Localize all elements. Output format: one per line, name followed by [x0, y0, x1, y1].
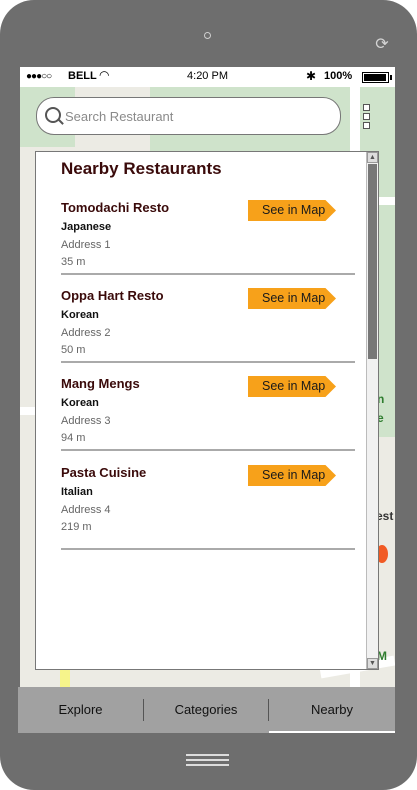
rotate-icon[interactable]: ⟳: [373, 36, 391, 54]
restaurant-address: Address 3: [61, 415, 111, 427]
restaurant-distance: 50 m: [61, 344, 86, 356]
divider: [61, 273, 355, 275]
tab-categories[interactable]: Categories: [144, 687, 268, 733]
see-in-map-button[interactable]: See in Map: [248, 465, 336, 486]
search-input[interactable]: [63, 105, 327, 127]
status-bar: ●●●○○ BELL ◠ 4:20 PM ✱ 100%: [20, 67, 395, 87]
screen: ●●●○○ BELL ◠ 4:20 PM ✱ 100% n e est M Se…: [20, 67, 395, 687]
bluetooth-icon: ✱: [306, 69, 317, 83]
restaurant-address: Address 2: [61, 327, 111, 339]
restaurant-category: Korean: [61, 397, 99, 409]
more-menu-icon[interactable]: [361, 104, 371, 130]
restaurant-category: Italian: [61, 486, 93, 498]
restaurant-name: Tomodachi Resto: [61, 200, 170, 215]
see-in-map-button[interactable]: See in Map: [248, 288, 336, 309]
scroll-down-icon[interactable]: ▼: [367, 658, 378, 669]
scrollbar[interactable]: ▲ ▼: [366, 152, 378, 669]
restaurant-item: Oppa Hart Resto Korean Address 2 50 m Se…: [61, 288, 356, 376]
scrollbar-thumb[interactable]: [368, 164, 377, 359]
search-icon: [45, 107, 61, 123]
restaurant-category: Korean: [61, 309, 99, 321]
see-in-map-button[interactable]: See in Map: [248, 200, 336, 221]
restaurant-distance: 35 m: [61, 256, 86, 268]
restaurant-address: Address 1: [61, 239, 111, 251]
tab-nearby[interactable]: Nearby: [269, 687, 395, 733]
see-in-map-button[interactable]: See in Map: [248, 376, 336, 397]
bottom-tab-bar: Explore Categories Nearby: [18, 687, 395, 733]
home-button-icon[interactable]: [186, 754, 229, 766]
restaurant-category: Japanese: [61, 221, 112, 233]
restaurant-item: Mang Mengs Korean Address 3 94 m See in …: [61, 376, 356, 464]
divider: [61, 449, 355, 451]
search-bar[interactable]: [36, 97, 341, 135]
battery-icon: [362, 72, 392, 83]
restaurant-item: Pasta Cuisine Italian Address 4 219 m Se…: [61, 465, 356, 553]
restaurant-address: Address 4: [61, 504, 111, 516]
restaurant-name: Mang Mengs: [61, 376, 140, 391]
scroll-up-icon[interactable]: ▲: [367, 152, 378, 163]
phone-frame: ⟳ ●●●○○ BELL ◠ 4:20 PM ✱ 100% n e est M: [0, 0, 417, 790]
camera-icon: [204, 32, 211, 39]
divider: [61, 361, 355, 363]
restaurant-distance: 219 m: [61, 521, 92, 533]
battery-percent: 100%: [324, 70, 353, 82]
restaurant-distance: 94 m: [61, 432, 86, 444]
tab-explore[interactable]: Explore: [18, 687, 143, 733]
restaurant-name: Oppa Hart Resto: [61, 288, 164, 303]
nearby-restaurants-panel: Nearby Restaurants Tomodachi Resto Japan…: [35, 151, 379, 670]
restaurant-name: Pasta Cuisine: [61, 465, 147, 480]
restaurant-item: Tomodachi Resto Japanese Address 1 35 m …: [61, 200, 356, 288]
panel-title: Nearby Restaurants: [61, 159, 222, 178]
divider: [61, 548, 355, 550]
